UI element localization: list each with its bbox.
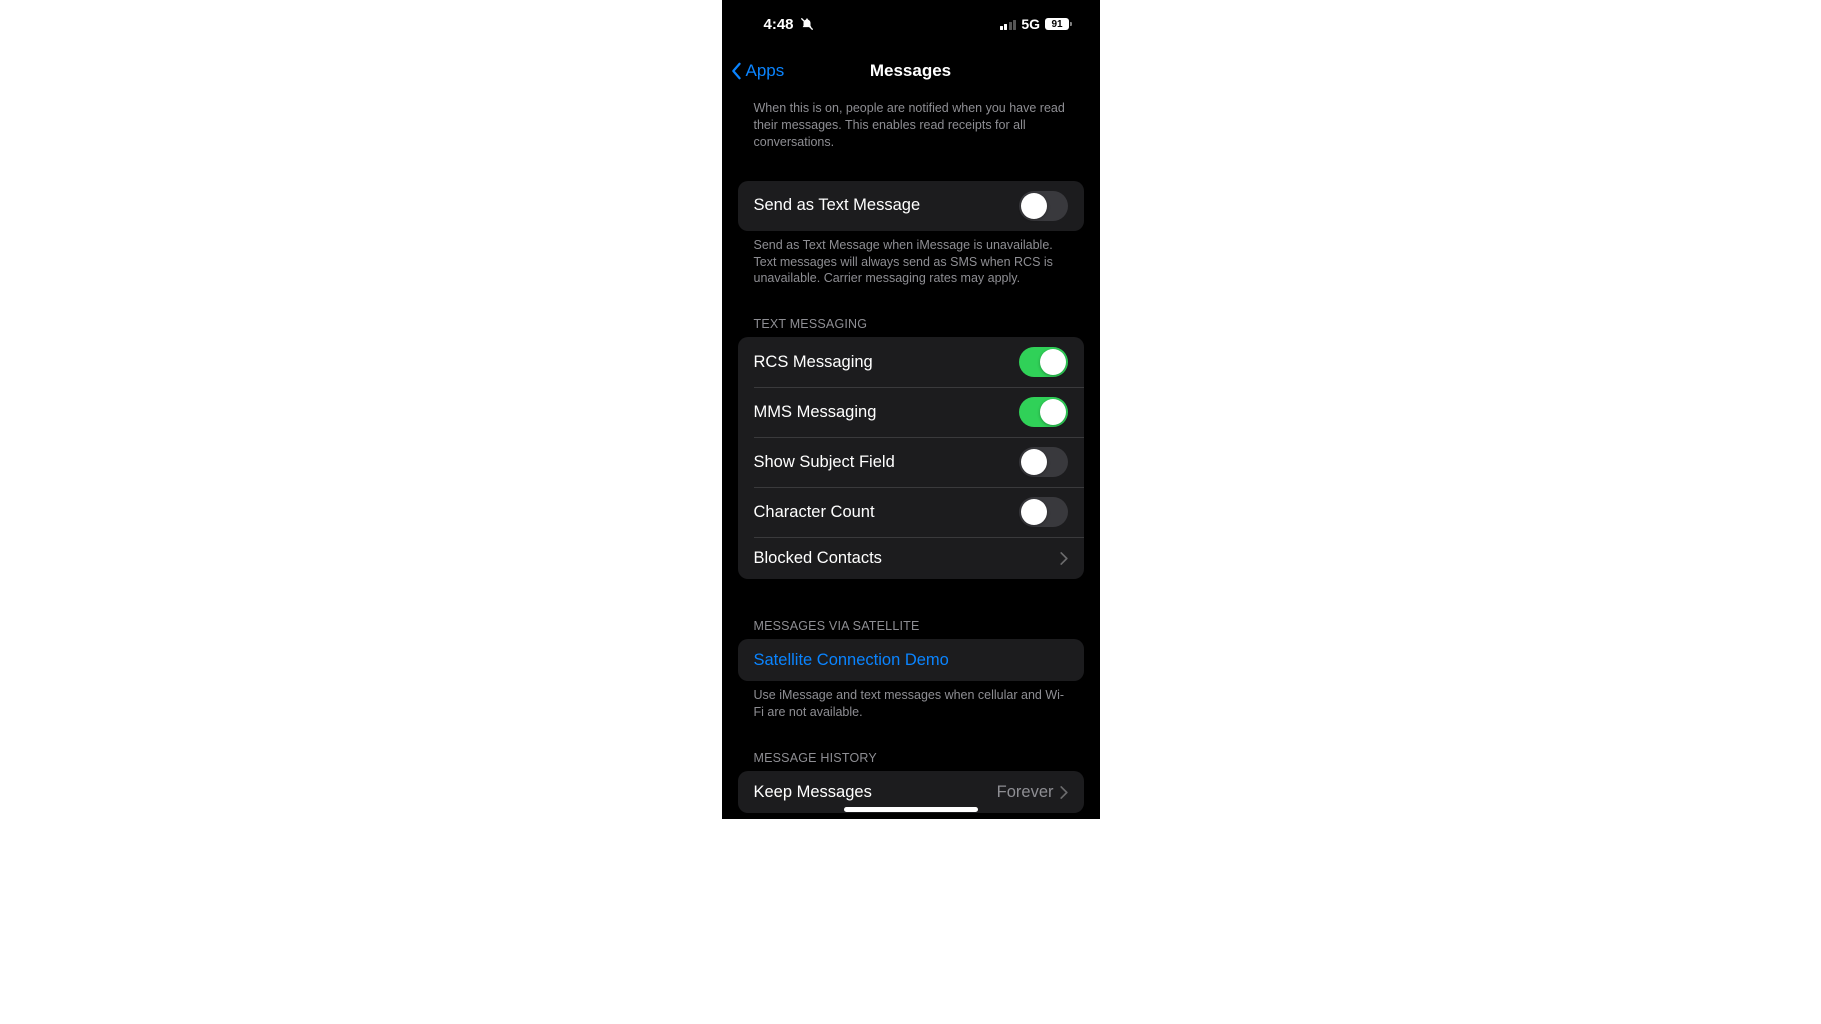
blocked-contacts-label: Blocked Contacts [754, 549, 882, 568]
network-type: 5G [1021, 16, 1040, 32]
status-left: 4:48 [750, 16, 814, 33]
status-right: 5G 91 [1000, 16, 1072, 32]
navigation-bar: Apps Messages [722, 48, 1100, 94]
show-subject-field-toggle[interactable] [1019, 447, 1068, 477]
keep-messages-value: Forever [997, 783, 1054, 802]
character-count-row: Character Count [738, 487, 1084, 537]
chevron-right-icon [1060, 786, 1068, 799]
send-as-text-message-toggle[interactable] [1019, 191, 1068, 221]
send-as-text-message-row: Send as Text Message [738, 181, 1084, 231]
phone-frame: 4:48 5G 91 [722, 0, 1100, 819]
text-messaging-header: TEXT MESSAGING [738, 295, 1084, 337]
silent-mode-icon [800, 17, 814, 31]
mms-messaging-label: MMS Messaging [754, 403, 877, 422]
satellite-demo-row[interactable]: Satellite Connection Demo [738, 639, 1084, 681]
chevron-right-icon [1060, 552, 1068, 565]
status-time: 4:48 [764, 16, 794, 33]
satellite-footer: Use iMessage and text messages when cell… [738, 681, 1084, 729]
mms-messaging-toggle[interactable] [1019, 397, 1068, 427]
chevron-left-icon [730, 62, 742, 80]
home-indicator[interactable] [844, 807, 978, 812]
message-history-header: MESSAGE HISTORY [738, 729, 1084, 771]
text-messaging-group: RCS Messaging MMS Messaging Show Subject… [738, 337, 1084, 579]
character-count-label: Character Count [754, 503, 875, 522]
send-as-text-message-label: Send as Text Message [754, 196, 921, 215]
keep-messages-label: Keep Messages [754, 783, 872, 802]
send-as-text-group: Send as Text Message [738, 181, 1084, 231]
rcs-messaging-toggle[interactable] [1019, 347, 1068, 377]
status-bar: 4:48 5G 91 [722, 0, 1100, 48]
blocked-contacts-row[interactable]: Blocked Contacts [738, 537, 1084, 579]
rcs-messaging-row: RCS Messaging [738, 337, 1084, 387]
mms-messaging-row: MMS Messaging [738, 387, 1084, 437]
rcs-messaging-label: RCS Messaging [754, 353, 873, 372]
mentions-header: MENTIONS [738, 813, 1084, 819]
battery-percentage: 91 [1051, 19, 1062, 30]
content-scroll[interactable]: When this is on, people are notified whe… [722, 94, 1100, 819]
satellite-group: Satellite Connection Demo [738, 639, 1084, 681]
back-button[interactable]: Apps [730, 61, 785, 81]
cellular-signal-icon [1000, 19, 1017, 30]
send-as-text-message-footer: Send as Text Message when iMessage is un… [738, 231, 1084, 296]
show-subject-field-row: Show Subject Field [738, 437, 1084, 487]
character-count-toggle[interactable] [1019, 497, 1068, 527]
read-receipts-footer: When this is on, people are notified whe… [738, 94, 1084, 159]
battery-icon: 91 [1045, 18, 1072, 30]
satellite-header: MESSAGES VIA SATELLITE [738, 579, 1084, 639]
back-label: Apps [746, 61, 785, 81]
satellite-demo-label: Satellite Connection Demo [754, 651, 949, 670]
show-subject-field-label: Show Subject Field [754, 453, 895, 472]
